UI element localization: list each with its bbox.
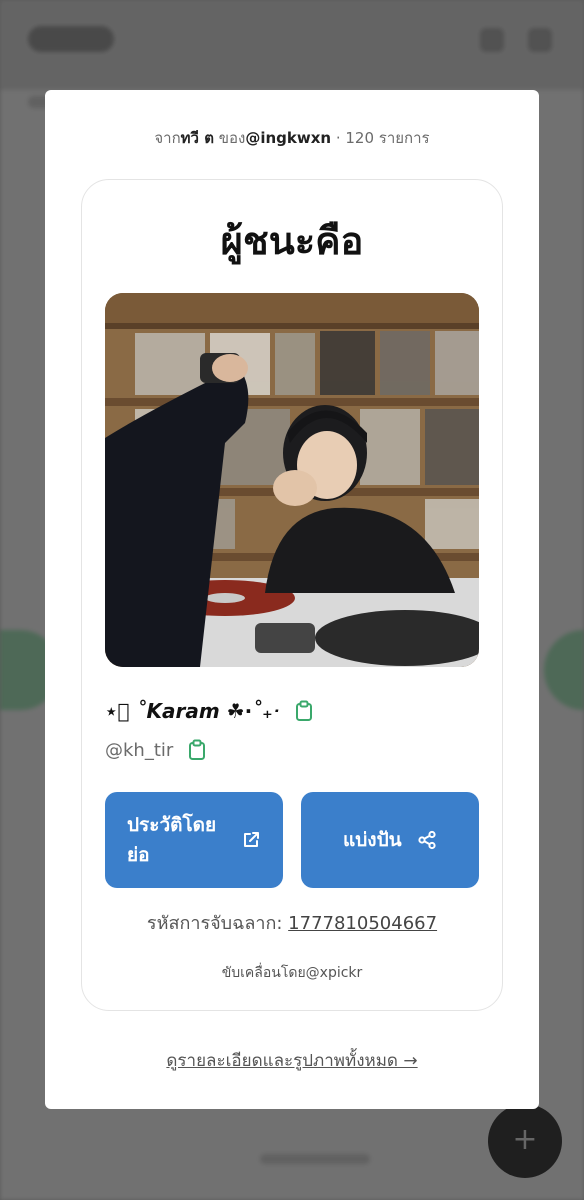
winner-name: ⋆๊ ˚Karam ☘︎⋅˚₊‧ xyxy=(105,699,280,723)
source-count: · 120 รายการ xyxy=(331,129,430,147)
clipboard-icon xyxy=(189,739,206,760)
source-account[interactable]: @ingkwxn xyxy=(245,129,331,147)
source-mid: ของ xyxy=(213,129,246,147)
draw-code-label: รหัสการจับฉลาก: xyxy=(146,913,289,934)
floating-action-button[interactable]: + xyxy=(488,1104,562,1178)
source-author: ทวี ต xyxy=(180,129,214,147)
source-prefix: จาก xyxy=(154,129,181,147)
winner-handle-row: @kh_tir xyxy=(105,735,207,765)
share-button[interactable]: แบ่งปัน xyxy=(301,792,479,888)
plus-icon: + xyxy=(512,1122,538,1157)
draw-code: รหัสการจับฉลาก: 1777810504667 xyxy=(82,908,502,937)
draw-code-link[interactable]: 1777810504667 xyxy=(288,913,437,934)
history-button[interactable]: ประวัติโดยย่อ xyxy=(105,792,283,888)
copy-name-button[interactable] xyxy=(294,700,314,722)
winner-title: ผู้ชนะคือ xyxy=(220,219,364,263)
winner-modal: จากทวี ต ของ@ingkwxn · 120 รายการ ผู้ชนะ… xyxy=(45,90,539,1109)
share-button-label: แบ่งปัน xyxy=(343,829,402,851)
view-all-link[interactable]: ดูรายละเอียดและรูปภาพทั้งหมด → xyxy=(45,1047,539,1074)
share-icon xyxy=(418,830,436,850)
winner-photo xyxy=(105,293,479,667)
winner-handle: @kh_tir xyxy=(105,739,174,761)
powered-by[interactable]: ขับเคลื่อนโดย@xpickr xyxy=(82,962,502,984)
external-link-icon xyxy=(244,832,259,847)
history-button-label: ประวัติโดยย่อ xyxy=(127,814,217,866)
winner-name-row: ⋆๊ ˚Karam ☘︎⋅˚₊‧ xyxy=(105,696,314,726)
source-line: จากทวี ต ของ@ingkwxn · 120 รายการ xyxy=(45,126,539,150)
winner-photo-image xyxy=(105,293,479,667)
clipboard-icon xyxy=(295,700,312,721)
winner-card: ผู้ชนะคือ ⋆๊ ˚Karam ☘︎⋅˚₊‧ @kh_tir ประวั… xyxy=(81,179,503,1011)
copy-handle-button[interactable] xyxy=(187,739,207,761)
